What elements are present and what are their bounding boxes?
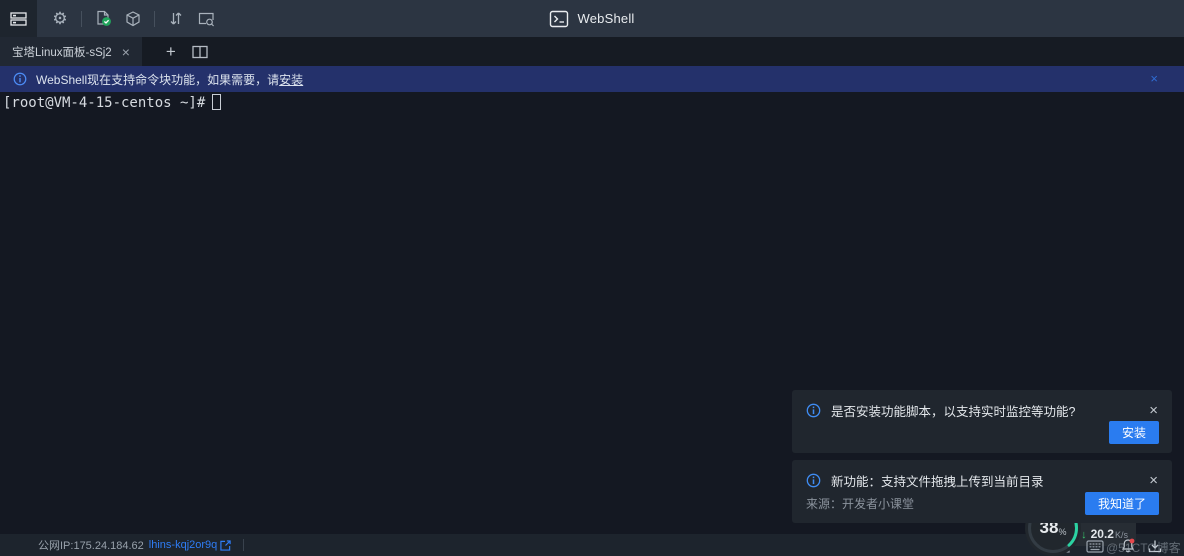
tab-bar: 宝塔Linux面板-sSj2 × + <box>0 37 1184 66</box>
sort-transfer-button[interactable] <box>161 0 191 37</box>
toast-message: 是否安装功能脚本，以支持实时监控等功能? <box>831 401 1075 420</box>
window-title: WebShell <box>549 0 634 37</box>
toast-source: 来源：开发者小课堂 <box>806 495 914 512</box>
public-ip-label: 公网IP:175.24.184.62 <box>38 537 144 553</box>
plus-icon: + <box>166 42 176 62</box>
got-it-button[interactable]: 我知道了 <box>1085 492 1159 515</box>
top-toolbar: ⚙ <box>0 0 1184 37</box>
download-button[interactable] <box>1148 539 1162 553</box>
close-icon[interactable]: × <box>1150 66 1158 92</box>
instance-link[interactable]: lhins-kqj2or9q <box>149 539 231 551</box>
keyboard-icon <box>1086 540 1104 553</box>
apps-grid-button[interactable] <box>0 0 37 37</box>
terminal-icon <box>549 10 568 28</box>
info-icon <box>806 403 821 418</box>
install-button[interactable]: 安装 <box>1109 421 1159 444</box>
status-bar: 公网IP:175.24.184.62 lhins-kqj2or9q <box>0 534 1184 556</box>
window-search-button[interactable] <box>191 0 221 37</box>
info-icon <box>806 473 821 488</box>
settings-button[interactable]: ⚙ <box>45 0 75 37</box>
notifications-button[interactable] <box>1121 538 1135 553</box>
download-icon <box>1148 539 1162 553</box>
toast-message: 新功能：支持文件拖拽上传到当前目录 <box>831 471 1044 490</box>
keyboard-button[interactable] <box>1086 540 1104 553</box>
tab-label: 宝塔Linux面板-sSj2 <box>12 44 112 60</box>
close-icon[interactable]: × <box>1149 473 1158 488</box>
page-title: WebShell <box>577 11 634 26</box>
close-icon[interactable]: × <box>1149 403 1158 418</box>
webshell-window: ⚙ <box>0 0 1184 556</box>
settings-gear-icon: ⚙ <box>52 10 67 27</box>
file-check-icon <box>95 10 112 27</box>
sort-arrows-icon <box>169 11 183 26</box>
external-link-icon <box>220 540 231 551</box>
terminal-prompt: [root@VM-4-15-centos ~]# <box>3 94 221 113</box>
banner-install-link[interactable]: 安装 <box>279 73 303 87</box>
new-tab-button[interactable]: + <box>166 37 176 66</box>
file-check-button[interactable] <box>88 0 118 37</box>
split-view-button[interactable] <box>192 37 208 66</box>
terminal-cursor <box>212 94 221 110</box>
window-search-icon <box>198 11 215 27</box>
package-button[interactable] <box>118 0 148 37</box>
banner-message: WebShell现在支持命令块功能，如果需要，请安装 <box>36 71 303 88</box>
bell-icon <box>1121 538 1135 553</box>
toolbar-divider <box>154 11 155 27</box>
split-view-icon <box>192 45 208 59</box>
package-icon <box>125 11 141 27</box>
statusbar-divider <box>243 539 244 551</box>
apps-grid-icon <box>10 11 27 27</box>
info-icon <box>13 72 27 86</box>
close-icon[interactable]: × <box>122 45 130 59</box>
toast-install-monitor: 是否安装功能脚本，以支持实时监控等功能? × 安装 <box>792 390 1172 453</box>
tab-bt-linux-panel[interactable]: 宝塔Linux面板-sSj2 × <box>0 37 142 66</box>
toolbar-divider <box>81 11 82 27</box>
toast-drag-upload: 新功能：支持文件拖拽上传到当前目录 × 来源：开发者小课堂 我知道了 <box>792 460 1172 523</box>
notification-banner: WebShell现在支持命令块功能，如果需要，请安装 × <box>0 66 1184 92</box>
